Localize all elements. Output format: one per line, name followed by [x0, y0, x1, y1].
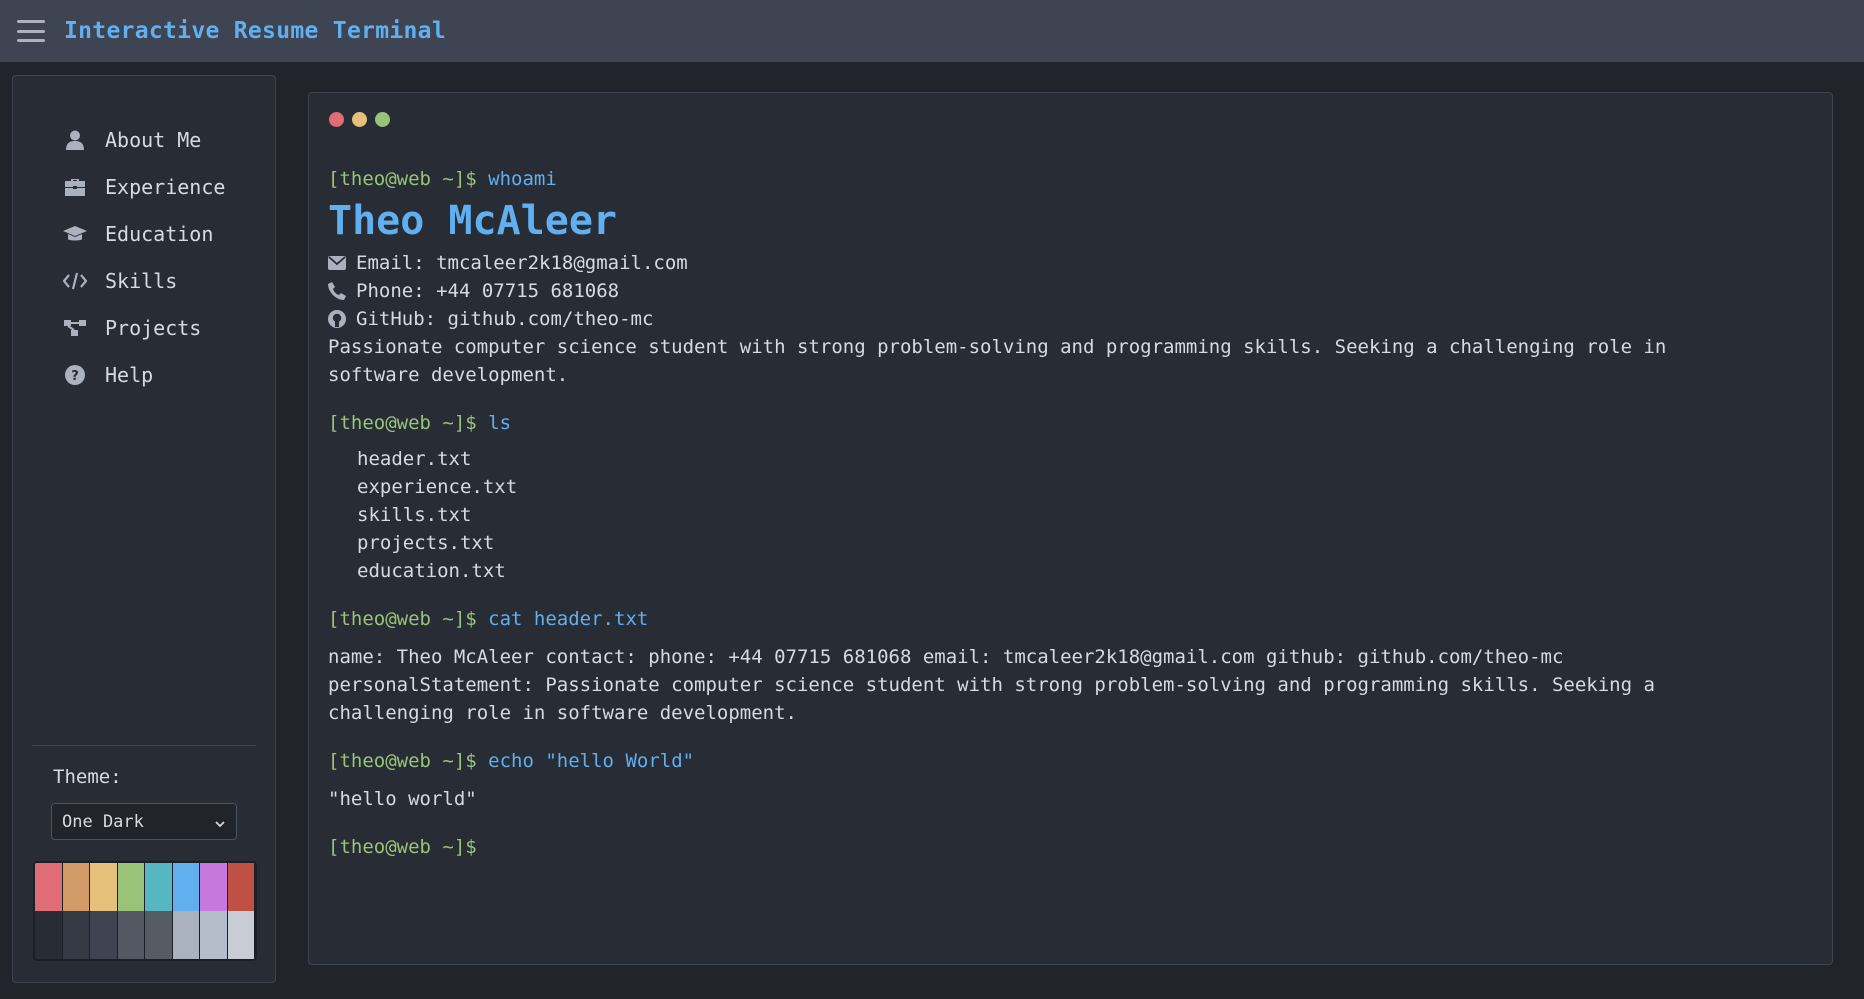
file-item: experience.txt — [357, 476, 518, 498]
briefcase-icon — [63, 176, 87, 198]
color-swatch — [200, 863, 228, 911]
github-line: GitHub: github.com/theo-mc — [328, 305, 1732, 333]
chevron-down-icon — [214, 815, 226, 835]
terminal-window: [theo@web ~]$ whoami Theo McAleer Email:… — [308, 92, 1833, 965]
resume-name: Theo McAleer — [328, 198, 617, 244]
sidebar-item-label: Skills — [105, 268, 178, 293]
svg-text:?: ? — [71, 369, 79, 384]
app-title: Interactive Resume Terminal — [64, 18, 446, 44]
code-icon — [63, 270, 87, 292]
hamburger-menu-icon[interactable] — [17, 20, 45, 42]
sidebar-item-label: Education — [105, 221, 214, 246]
color-swatch — [62, 911, 90, 959]
color-swatch — [117, 863, 145, 911]
close-dot[interactable] — [329, 112, 344, 127]
color-swatch — [145, 911, 173, 959]
github-text: GitHub: github.com/theo-mc — [356, 308, 654, 330]
email-text: Email: tmcaleer2k18@gmail.com — [356, 252, 688, 274]
color-swatch — [227, 911, 255, 959]
user-icon — [63, 129, 87, 151]
personal-statement: Passionate computer science student with… — [328, 336, 1667, 386]
github-icon — [328, 310, 346, 328]
phone-text: Phone: +44 07715 681068 — [356, 280, 620, 302]
color-swatch — [227, 863, 255, 911]
prompt: [theo@web ~]$ — [328, 412, 477, 434]
active-prompt-line[interactable]: [theo@web ~]$ — [328, 833, 1732, 861]
command-line: [theo@web ~]$ echo "hello World" — [328, 747, 1732, 775]
graduation-cap-icon — [63, 223, 87, 245]
sidebar-item-about-me[interactable]: About Me — [13, 116, 275, 163]
sidebar-divider — [32, 745, 256, 746]
sidebar-item-label: About Me — [105, 127, 202, 152]
file-item: skills.txt — [357, 504, 472, 526]
question-circle-icon: ? — [63, 364, 87, 386]
prompt: [theo@web ~]$ — [328, 836, 477, 858]
color-swatch — [172, 863, 200, 911]
color-swatch — [62, 863, 90, 911]
sidebar-item-label: Projects — [105, 315, 202, 340]
theme-color-palette — [33, 861, 257, 961]
top-bar: Interactive Resume Terminal — [0, 0, 1864, 62]
prompt: [theo@web ~]$ — [328, 168, 477, 190]
theme-label: Theme: — [53, 766, 122, 788]
color-swatch — [117, 911, 145, 959]
color-swatch — [90, 863, 118, 911]
phone-icon — [328, 282, 346, 300]
phone-line: Phone: +44 07715 681068 — [328, 277, 1732, 305]
maximize-dot[interactable] — [375, 112, 390, 127]
sidebar-item-label: Experience — [105, 174, 226, 199]
sidebar: About Me Experience Education Skills Pro… — [12, 75, 276, 983]
file-item: header.txt — [357, 448, 472, 470]
color-swatch — [145, 863, 173, 911]
color-swatch — [35, 911, 63, 959]
echo-output: "hello world" — [328, 788, 477, 810]
command-line: [theo@web ~]$ cat header.txt — [328, 605, 1732, 633]
sidebar-nav: About Me Experience Education Skills Pro… — [13, 116, 275, 398]
sidebar-item-label: Help — [105, 362, 154, 387]
prompt: [theo@web ~]$ — [328, 750, 477, 772]
project-diagram-icon — [63, 317, 87, 339]
window-controls — [329, 112, 390, 127]
color-swatch — [35, 863, 63, 911]
color-swatch — [200, 911, 228, 959]
minimize-dot[interactable] — [352, 112, 367, 127]
sidebar-item-projects[interactable]: Projects — [13, 304, 275, 351]
theme-select-value: One Dark — [62, 811, 144, 832]
command: ls — [488, 412, 512, 434]
file-item: education.txt — [357, 560, 506, 582]
sidebar-item-skills[interactable]: Skills — [13, 257, 275, 304]
command: echo "hello World" — [488, 750, 695, 772]
email-line: Email: tmcaleer2k18@gmail.com — [328, 249, 1732, 277]
terminal-output: [theo@web ~]$ whoami Theo McAleer Email:… — [328, 165, 1732, 861]
color-swatch — [90, 911, 118, 959]
command: cat header.txt — [488, 608, 649, 630]
sidebar-item-experience[interactable]: Experience — [13, 163, 275, 210]
command-line: [theo@web ~]$ whoami — [328, 165, 1732, 193]
color-swatch — [172, 911, 200, 959]
file-list: header.txt experience.txt skills.txt pro… — [328, 445, 1732, 585]
cat-output: name: Theo McAleer contact: phone: +44 0… — [328, 646, 1655, 724]
command-line: [theo@web ~]$ ls — [328, 409, 1732, 437]
sidebar-item-education[interactable]: Education — [13, 210, 275, 257]
prompt: [theo@web ~]$ — [328, 608, 477, 630]
theme-select[interactable]: One Dark — [51, 803, 237, 840]
command: whoami — [488, 168, 557, 190]
sidebar-item-help[interactable]: ? Help — [13, 351, 275, 398]
envelope-icon — [328, 256, 346, 270]
file-item: projects.txt — [357, 532, 495, 554]
